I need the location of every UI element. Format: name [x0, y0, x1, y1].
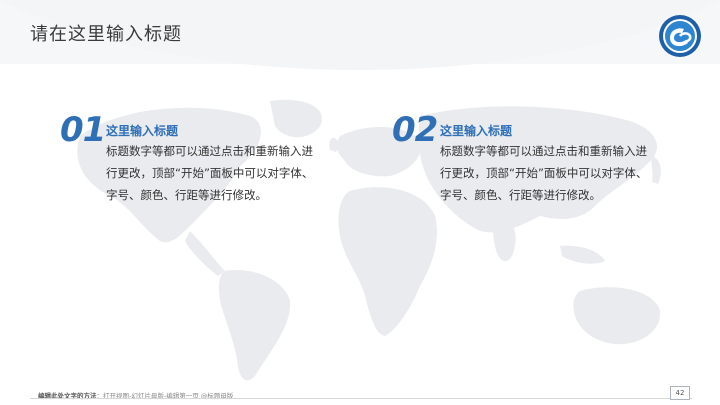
page-number: 42	[670, 386, 690, 400]
block-body-01[interactable]: 标题数字等都可以通过点击和重新输入进 行更改，顶部“开始”面板中可以对字体、 字…	[106, 140, 342, 206]
block-number-02[interactable]: 02	[392, 110, 438, 150]
slide: 请在这里输入标题 01 这里输入标题 标题数字等都可以通过点击和重新输入进 行更…	[0, 0, 720, 405]
block-body-line: 字号、颜色、行距等进行修改。	[106, 188, 267, 202]
university-emblem-icon	[659, 15, 701, 57]
slide-title[interactable]: 请在这里输入标题	[30, 20, 182, 46]
block-heading-01[interactable]: 这里输入标题	[106, 122, 178, 139]
block-body-line: 行更改，顶部“开始”面板中可以对字体、	[106, 166, 314, 180]
block-number-01[interactable]: 01	[60, 110, 106, 150]
footer-divider	[30, 398, 692, 399]
block-body-02[interactable]: 标题数字等都可以通过点击和重新输入进 行更改，顶部“开始”面板中可以对字体、 字…	[440, 140, 676, 206]
block-body-line: 行更改，顶部“开始”面板中可以对字体、	[440, 166, 648, 180]
block-body-line: 字号、颜色、行距等进行修改。	[440, 188, 601, 202]
block-body-line: 标题数字等都可以通过点击和重新输入进	[106, 144, 313, 158]
block-body-line: 标题数字等都可以通过点击和重新输入进	[440, 144, 647, 158]
block-heading-02[interactable]: 这里输入标题	[440, 122, 512, 139]
